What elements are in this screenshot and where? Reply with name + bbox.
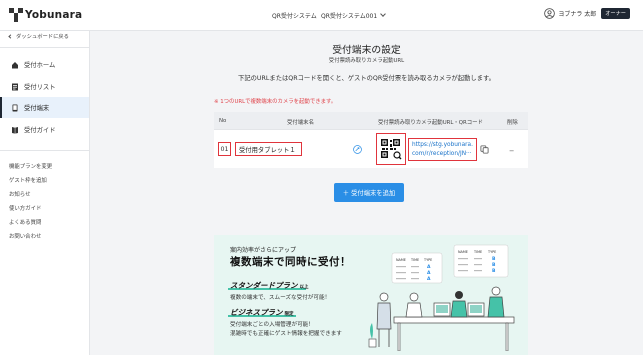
table-header: No 受付端末名 受付票読み取りカメラ起動URL・QRコード 削除: [214, 112, 528, 129]
link-faq[interactable]: よくある質問: [9, 218, 41, 226]
row-number: 01: [218, 142, 231, 156]
link-contact[interactable]: お問い合わせ: [9, 232, 41, 240]
banner-title: 複数端末で同時に受付！: [230, 256, 351, 268]
top-header: Yobunara QR受付システム QR受付システム001 ヨブナラ 太郎 オー…: [0, 0, 643, 31]
system-select-label: QR受付システム001: [321, 13, 378, 20]
header-camera-url: 受付票読み取りカメラ起動URL・QRコード: [378, 120, 483, 126]
warning-note: ※ 1つのURLで複数端末のカメラを起動できます。: [214, 99, 337, 105]
home-icon: [12, 61, 18, 68]
user-menu[interactable]: ヨブナラ 太郎 オーナー: [544, 8, 630, 19]
sidebar-divider: [0, 150, 89, 151]
row-divider: [214, 129, 528, 130]
add-terminal-button[interactable]: ＋ 受付端末を追加: [334, 183, 404, 202]
sidebar-item-reception-guide[interactable]: 受付ガイド: [0, 119, 89, 140]
standard-plan-text: 複数の端末で、スムーズな受付が可能！: [230, 295, 331, 301]
header-terminal-name: 受付端末名: [287, 120, 314, 126]
list-icon: [12, 83, 18, 90]
card-b-col-name: NAME: [458, 250, 468, 254]
logo-text: Yobunara: [25, 9, 83, 21]
sidebar-item-reception-terminal[interactable]: 受付端末: [0, 97, 89, 118]
url-line-2: com/r/reception/JN···: [412, 151, 472, 157]
sidebar-item-label: 受付ガイド: [24, 127, 56, 134]
qr-code-button[interactable]: [376, 133, 406, 165]
standard-plan-tag: 以上: [299, 285, 309, 290]
card-a-type-1: A: [427, 264, 431, 270]
sidebar: ダッシュボードに戻る 受付ホーム 受付リスト 受付端末 受付ガイド 機能プランを…: [0, 31, 90, 355]
sidebar-item-reception-list[interactable]: 受付リスト: [0, 76, 89, 97]
link-add-guest-slots[interactable]: ゲスト枠を追加: [9, 176, 47, 184]
page-subtitle: 受付票読み取りカメラ起動URL: [328, 58, 405, 64]
guide-icon: [12, 126, 18, 134]
header-no: No: [219, 118, 227, 124]
card-b-type-1: B: [492, 256, 496, 262]
sidebar-item-reception-home[interactable]: 受付ホーム: [0, 54, 89, 75]
delete-button[interactable]: −: [509, 147, 514, 155]
card-a-col-time: TIME: [410, 258, 419, 262]
qr-code-icon: [381, 139, 402, 160]
page-description: 下記のURLまたはQRコードを開くと、ゲストのQR受付票を読み取るカメラが起動し…: [238, 75, 495, 82]
chevron-left-icon: [8, 33, 13, 39]
edit-link-icon[interactable]: [353, 145, 362, 154]
chevron-down-icon: [380, 11, 387, 17]
sidebar-item-label: 受付端末: [24, 105, 50, 112]
terminal-name-field[interactable]: 受付用タブレット１: [235, 142, 302, 156]
business-plan-text-2: 混雑時でも正確にゲスト情報を把握できます: [230, 331, 342, 337]
card-b-col-time: TIME: [473, 250, 482, 254]
card-a-type-3: A: [427, 276, 431, 282]
banner-kicker: 案内効率がさらにアップ: [230, 247, 297, 254]
standard-plan-name: スタンダードプラン: [230, 281, 298, 290]
copy-icon[interactable]: [480, 145, 489, 154]
link-change-plan[interactable]: 機能プランを変更: [9, 162, 52, 170]
system-select-dropdown[interactable]: QR受付システム001: [321, 11, 387, 20]
card-b-type-2: B: [492, 262, 496, 268]
terminal-icon: [12, 104, 18, 111]
business-plan-text-1: 受付端末ごとの入場管理が可能！: [230, 322, 314, 328]
card-b-col-type: TYPE: [487, 250, 496, 254]
header-delete: 削除: [507, 120, 518, 126]
card-a-col-name: NAME: [396, 258, 406, 262]
terminal-table: No 受付端末名 受付票読み取りカメラ起動URL・QRコード 削除 01 受付用…: [214, 112, 528, 168]
card-b-type-3: B: [492, 268, 496, 274]
guest-card-b: NAME TIME TYPE B B B: [453, 244, 509, 278]
link-usage-guide[interactable]: 使い方ガイド: [9, 204, 41, 212]
camera-url-link[interactable]: https://stg.yobunara. com/r/reception/JN…: [408, 138, 477, 161]
reception-illustration: NAME TIME TYPE A A A NAME TIME TYPE B B …: [368, 244, 515, 351]
card-a-type-2: A: [427, 270, 431, 276]
link-news[interactable]: お知らせ: [9, 190, 30, 198]
back-link-label: ダッシュボードに戻る: [16, 34, 69, 40]
card-a-col-type: TYPE: [423, 258, 432, 262]
user-icon: [544, 8, 556, 19]
promo-banner[interactable]: 案内効率がさらにアップ 複数端末で同時に受付！ スタンダードプラン 以上 複数の端…: [214, 235, 528, 355]
business-plan-tag: 限定: [284, 312, 294, 317]
yobunara-logo-icon: [9, 8, 23, 22]
url-line-1: https://stg.yobunara.: [412, 142, 473, 148]
user-name: ヨブナラ 太郎: [558, 11, 597, 18]
back-to-dashboard-link[interactable]: ダッシュボードに戻る: [8, 32, 69, 40]
page-title: 受付端末の設定: [332, 45, 401, 56]
nav-reception-system[interactable]: QR受付システム: [272, 11, 317, 20]
business-plan-name: ビジネスプラン: [230, 308, 283, 317]
guest-card-a: NAME TIME TYPE A A A: [391, 252, 443, 284]
sidebar-divider: [0, 47, 89, 48]
logo[interactable]: Yobunara: [9, 8, 82, 22]
sidebar-item-label: 受付リスト: [24, 84, 56, 91]
owner-badge: オーナー: [601, 8, 630, 19]
standard-plan-heading: スタンダードプラン 以上: [230, 280, 309, 291]
business-plan-heading: ビジネスプラン 限定: [230, 307, 294, 318]
sidebar-item-label: 受付ホーム: [24, 62, 56, 69]
